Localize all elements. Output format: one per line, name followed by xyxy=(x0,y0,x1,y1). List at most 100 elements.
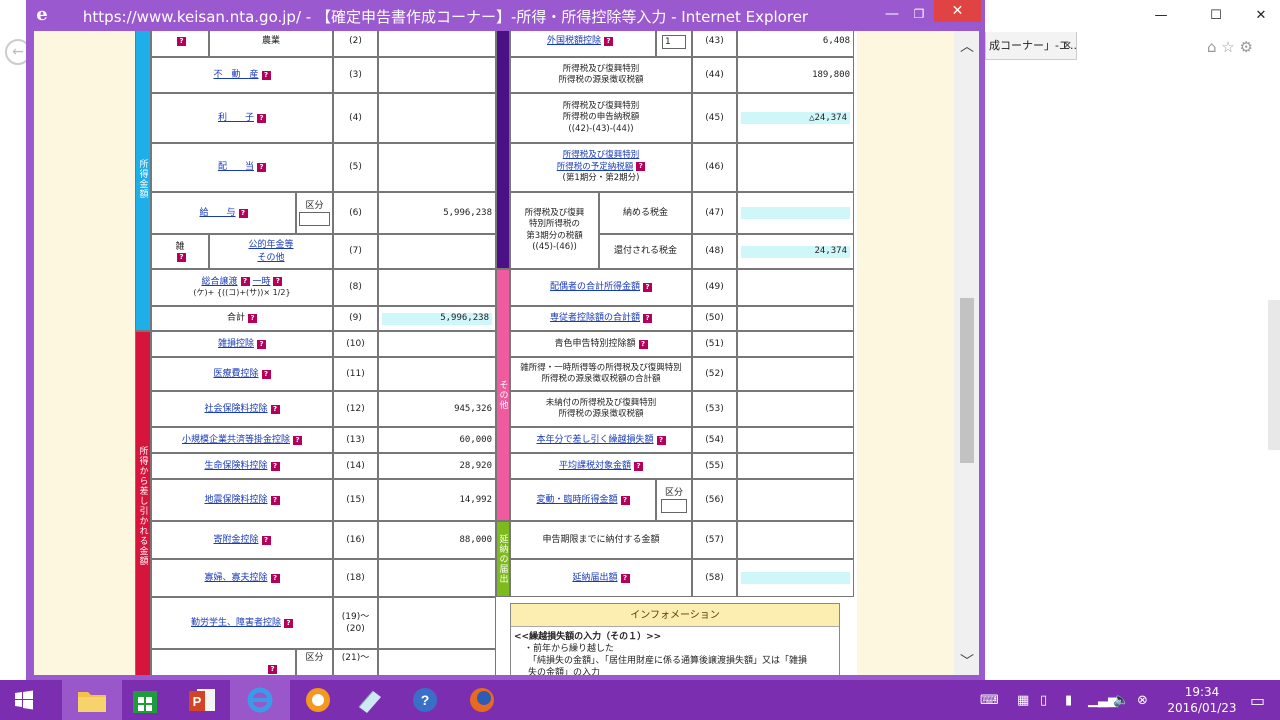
row-value[interactable] xyxy=(737,453,854,479)
help-icon[interactable]: ? xyxy=(248,314,257,323)
help-icon[interactable]: ? xyxy=(604,37,614,46)
help-icon[interactable]: ? xyxy=(284,618,293,628)
row-value[interactable] xyxy=(737,427,854,453)
foreign-count-input[interactable]: 1 xyxy=(662,34,686,49)
store-taskbar-button[interactable] xyxy=(115,680,175,720)
help-icon[interactable]: ? xyxy=(177,37,186,46)
row-value[interactable]: 6,408 xyxy=(737,31,854,57)
file-explorer-taskbar-button[interactable] xyxy=(62,680,122,720)
pension-link[interactable]: 公的年金等 その他 xyxy=(248,239,293,263)
help-icon[interactable]: ? xyxy=(261,70,271,80)
dividend-link[interactable]: 配 当 xyxy=(218,161,254,173)
row-value[interactable] xyxy=(737,269,854,306)
action-center-icon[interactable]: ⊗ xyxy=(1137,680,1148,720)
notes-taskbar-button[interactable] xyxy=(340,680,400,720)
battery-icon[interactable]: ▮ xyxy=(1065,680,1072,720)
row-value[interactable] xyxy=(378,234,496,269)
widow-deduction-link[interactable]: 寡婦、寡夫控除 xyxy=(204,572,267,584)
restore-button[interactable]: ❐ xyxy=(906,2,932,26)
keyboard-icon[interactable]: ⌨ xyxy=(980,680,999,720)
average-taxation-link[interactable]: 平均課税対象金額 xyxy=(559,460,631,472)
kubun-input[interactable] xyxy=(661,499,687,514)
help-icon[interactable]: ? xyxy=(270,404,280,414)
help-icon[interactable]: ? xyxy=(656,435,666,445)
row-value[interactable] xyxy=(378,31,496,57)
help-icon[interactable]: ? xyxy=(177,253,186,263)
clock[interactable]: 19:34 2016/01/23 xyxy=(1162,684,1242,716)
prepaid-tax-link[interactable]: 所得税及び復興特別 所得税の予定納税額 xyxy=(557,150,640,171)
transfer-link[interactable]: 総合譲渡 xyxy=(202,277,238,287)
help-icon[interactable]: ? xyxy=(257,339,266,349)
help-icon[interactable]: ? xyxy=(270,495,280,505)
volume-icon[interactable]: 🔈 xyxy=(1113,680,1129,720)
temporary-link[interactable]: 一時 xyxy=(252,277,270,287)
background-scrollbar[interactable] xyxy=(1268,300,1280,450)
row-value[interactable] xyxy=(737,143,854,192)
row-value[interactable]: 14,992 xyxy=(378,479,496,521)
help-icon[interactable]: ? xyxy=(620,573,630,583)
help-icon[interactable]: ? xyxy=(261,369,271,379)
powerpoint-taskbar-button[interactable]: P xyxy=(172,680,232,720)
row-value[interactable] xyxy=(737,357,854,391)
deferred-payment-link[interactable]: 延納届出額 xyxy=(572,572,617,584)
social-insurance-link[interactable]: 社会保険料控除 xyxy=(204,403,267,415)
help-icon[interactable]: ? xyxy=(638,339,648,349)
help-icon[interactable]: ? xyxy=(643,283,652,292)
row-value[interactable]: 189,800 xyxy=(737,57,854,93)
help-icon[interactable]: ? xyxy=(634,461,643,471)
help-icon[interactable]: ? xyxy=(270,461,280,471)
help-icon[interactable]: ? xyxy=(620,495,630,505)
help-icon[interactable]: ? xyxy=(268,664,277,674)
favorites-star-icon[interactable]: ☆ xyxy=(1221,38,1234,56)
help-icon[interactable]: ? xyxy=(273,277,283,287)
variable-income-link[interactable]: 変動・臨時所得金額 xyxy=(536,494,617,506)
carryover-loss-link[interactable]: 本年分で差し引く繰越損失額 xyxy=(536,434,653,446)
row-value[interactable] xyxy=(378,331,496,357)
network-icon[interactable]: ▦ xyxy=(1017,680,1029,720)
kubun-input[interactable] xyxy=(299,212,330,227)
row-value[interactable] xyxy=(378,597,496,649)
close-button[interactable]: ✕ xyxy=(934,0,981,22)
foreign-tax-credit-link[interactable]: 外国税額控除 xyxy=(547,35,601,47)
help-icon[interactable]: ? xyxy=(270,573,280,583)
real-estate-link[interactable]: 不 動 産 xyxy=(213,69,258,81)
minimize-icon[interactable]: — xyxy=(1150,8,1172,26)
row-value[interactable] xyxy=(737,479,854,521)
row-value[interactable] xyxy=(378,649,496,675)
small-business-link[interactable]: 小規模企業共済等掛金控除 xyxy=(182,434,290,446)
help-icon[interactable]: ? xyxy=(293,435,302,445)
windows-start-button[interactable] xyxy=(0,680,48,720)
medical-deduction-link[interactable]: 医療費控除 xyxy=(213,368,258,380)
tray-icon[interactable]: ▯ xyxy=(1040,680,1047,720)
help-icon[interactable]: ? xyxy=(257,163,266,172)
row-value[interactable]: 60,000 xyxy=(378,427,496,453)
row-value[interactable] xyxy=(378,357,496,391)
casualty-deduction-link[interactable]: 雑損控除 xyxy=(218,338,254,350)
help-icon[interactable]: ? xyxy=(238,208,248,218)
scroll-down-arrow-icon[interactable]: ﹀ xyxy=(960,651,974,671)
home-icon[interactable]: ⌂ xyxy=(1207,38,1217,56)
notification-icon[interactable]: ▭ xyxy=(1250,680,1265,720)
background-tab[interactable]: 成コーナー」-エ... ✕ xyxy=(985,32,1077,60)
minimize-button[interactable]: — xyxy=(879,2,905,26)
help-icon[interactable]: ? xyxy=(643,314,652,323)
family-employee-link[interactable]: 専従者控除額の合計額 xyxy=(550,312,640,324)
row-value[interactable] xyxy=(378,143,496,192)
row-value[interactable] xyxy=(378,559,496,597)
row-value[interactable] xyxy=(737,391,854,427)
close-icon[interactable]: ✕ xyxy=(1250,8,1272,26)
help-icon[interactable]: ? xyxy=(261,535,271,545)
help-icon[interactable]: ? xyxy=(257,113,266,123)
interest-link[interactable]: 利 子 xyxy=(218,112,254,124)
earthquake-insurance-link[interactable]: 地震保険料控除 xyxy=(204,494,267,506)
donation-deduction-link[interactable]: 寄附金控除 xyxy=(213,534,258,546)
row-value[interactable] xyxy=(378,57,496,93)
student-disability-link[interactable]: 勤労学生、障害者控除 xyxy=(191,617,281,629)
vertical-scrollbar[interactable]: ︿ ﹀ xyxy=(954,31,979,675)
scrollbar-thumb[interactable] xyxy=(960,298,974,463)
spouse-income-link[interactable]: 配偶者の合計所得金額 xyxy=(550,281,640,293)
salary-link[interactable]: 給 与 xyxy=(199,207,235,219)
scroll-up-arrow-icon[interactable]: ︿ xyxy=(960,36,974,56)
deferred-amount-input[interactable] xyxy=(741,572,850,584)
app-taskbar-button[interactable] xyxy=(288,680,348,720)
